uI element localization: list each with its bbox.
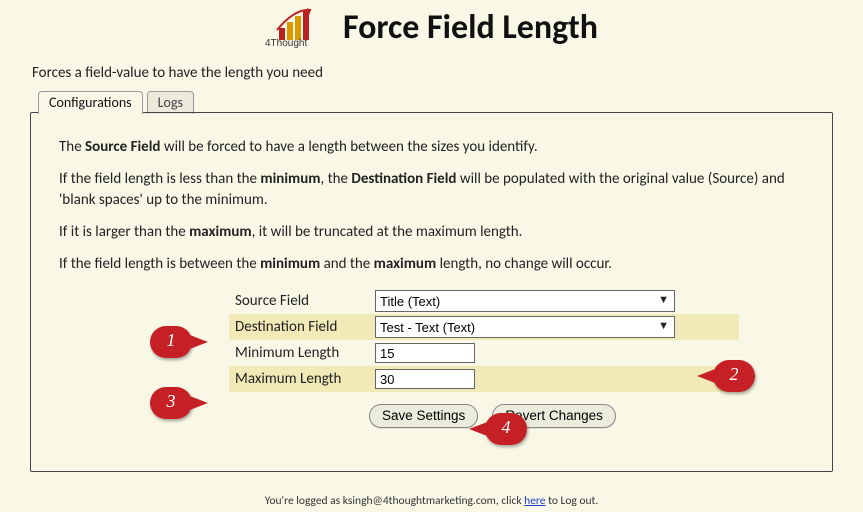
label-destination-field: Destination Field: [229, 318, 375, 336]
save-settings-button[interactable]: Save Settings: [369, 404, 478, 428]
minimum-length-input[interactable]: [375, 343, 475, 363]
desc-line-2: If the field length is less than the min…: [59, 169, 804, 210]
logout-link[interactable]: here: [524, 494, 545, 508]
tabs: Configurations Logs: [38, 90, 833, 113]
footer-status: You're logged as ksingh@4thoughtmarketin…: [0, 494, 863, 508]
desc-line-1: The Source Field will be forced to have …: [59, 137, 804, 157]
row-destination-field: Destination Field Test - Text (Text): [229, 314, 739, 340]
revert-changes-button[interactable]: Revert Changes: [492, 404, 616, 428]
page-subtitle: Forces a field-value to have the length …: [32, 64, 833, 82]
label-source-field: Source Field: [229, 292, 375, 310]
config-panel: The Source Field will be forced to have …: [30, 112, 833, 472]
row-maximum-length: Maximum Length: [229, 366, 739, 392]
tab-configurations[interactable]: Configurations: [38, 91, 143, 114]
row-source-field: Source Field Title (Text): [229, 288, 739, 314]
desc-line-4: If the field length is between the minim…: [59, 254, 804, 274]
svg-text:4Thought: 4Thought: [265, 38, 307, 49]
tab-logs[interactable]: Logs: [147, 91, 194, 114]
desc-line-3: If it is larger than the maximum, it wil…: [59, 222, 804, 242]
label-maximum-length: Maximum Length: [229, 370, 375, 388]
row-minimum-length: Minimum Length: [229, 340, 739, 366]
maximum-length-input[interactable]: [375, 369, 475, 389]
destination-field-select[interactable]: Test - Text (Text): [375, 316, 675, 338]
source-field-select[interactable]: Title (Text): [375, 290, 675, 312]
page-header: 4Thought Force Field Length: [30, 0, 833, 50]
page-title: Force Field Length: [343, 7, 598, 48]
label-minimum-length: Minimum Length: [229, 344, 375, 362]
brand-logo: 4Thought: [265, 6, 331, 50]
button-row: Save Settings Revert Changes: [229, 404, 739, 428]
settings-form: Source Field Title (Text) Destination Fi…: [229, 288, 739, 428]
